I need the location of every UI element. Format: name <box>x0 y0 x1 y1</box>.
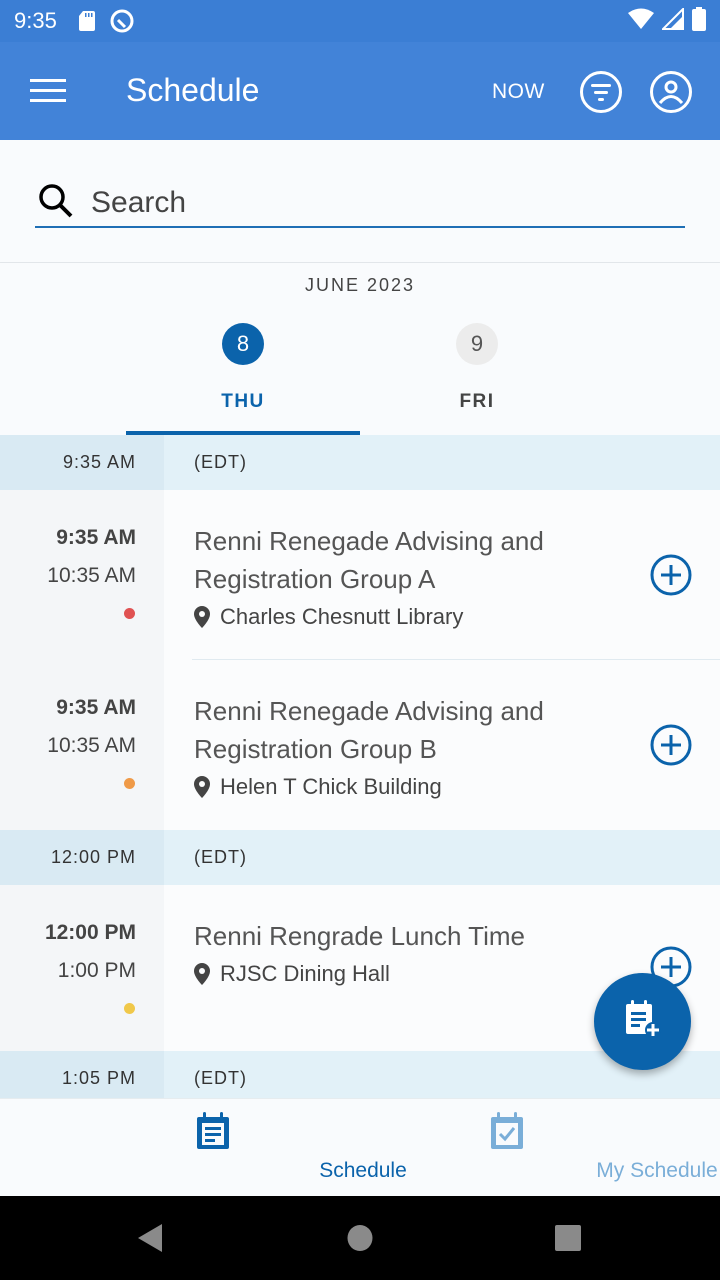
event-times: 12:00 PM 1:00 PM <box>0 885 164 1051</box>
add-to-schedule-icon[interactable] <box>650 554 692 601</box>
back-icon[interactable] <box>136 1222 164 1259</box>
add-to-schedule-icon[interactable] <box>650 724 692 771</box>
day-number: 8 <box>222 323 264 365</box>
event-times: 9:35 AM 10:35 AM <box>0 660 164 830</box>
menu-icon[interactable] <box>30 78 68 109</box>
data-saver-icon <box>109 8 135 34</box>
event-end: 10:35 AM <box>47 564 136 587</box>
track-color-dot <box>124 608 135 619</box>
day-tab-fri[interactable]: 9 FRI <box>360 263 594 435</box>
battery-icon <box>692 6 706 36</box>
search-field[interactable] <box>35 180 685 228</box>
add-to-schedule-fab[interactable] <box>594 973 691 1070</box>
bottom-navigation: Schedule My Schedule <box>0 1098 720 1196</box>
event-start: 9:35 AM <box>56 526 136 549</box>
sd-card-icon <box>78 11 95 31</box>
status-bar: 9:35 <box>0 0 720 42</box>
recents-icon[interactable] <box>554 1222 582 1259</box>
time-group-header: 12:00 PM (EDT) <box>0 830 720 885</box>
group-timezone: (EDT) <box>194 847 247 867</box>
group-timezone: (EDT) <box>194 1068 247 1088</box>
search-input[interactable] <box>91 186 651 220</box>
event-location-text: Helen T Chick Building <box>220 774 442 799</box>
day-weekday: THU <box>221 391 265 412</box>
search-icon <box>37 182 75 225</box>
track-color-dot <box>124 1003 135 1014</box>
filter-icon[interactable] <box>579 70 623 119</box>
my-schedule-icon <box>489 1111 525 1156</box>
system-navigation-bar <box>0 1196 720 1280</box>
group-timezone: (EDT) <box>194 452 247 472</box>
event-title: Renni Rengrade Lunch Time <box>194 921 525 951</box>
event-end: 1:00 PM <box>57 959 136 982</box>
add-to-schedule-icon <box>623 999 663 1044</box>
event-start: 9:35 AM <box>56 696 136 719</box>
nav-item-my-schedule[interactable]: My Schedule <box>357 1099 718 1197</box>
event-start: 12:00 PM <box>44 921 136 944</box>
event-location: Charles Chesnutt Library <box>194 604 720 630</box>
location-pin-icon <box>194 606 210 628</box>
location-pin-icon <box>194 963 210 985</box>
group-time: 1:05 PM <box>0 1051 164 1098</box>
home-icon[interactable] <box>346 1222 374 1259</box>
event-location: Helen T Chick Building <box>194 774 720 800</box>
schedule-icon <box>195 1111 231 1156</box>
location-pin-icon <box>194 776 210 798</box>
signal-icon <box>660 6 684 35</box>
app-bar: Schedule NOW <box>0 42 720 140</box>
event-title: Renni Renegade Advising and Registration… <box>194 526 544 594</box>
event-location-text: RJSC Dining Hall <box>220 961 390 986</box>
event-row[interactable]: 9:35 AM 10:35 AM Renni Renegade Advising… <box>0 660 720 830</box>
day-tab-thu[interactable]: 8 THU <box>126 263 360 435</box>
event-info[interactable]: Renni Renegade Advising and Registration… <box>164 660 720 830</box>
nav-label: My Schedule <box>596 1159 718 1182</box>
day-weekday: FRI <box>459 391 495 412</box>
date-picker: JUNE 2023 8 THU 9 FRI <box>0 263 720 435</box>
search-section <box>0 140 720 263</box>
event-row[interactable]: 9:35 AM 10:35 AM Renni Renegade Advising… <box>0 490 720 660</box>
wifi-icon <box>628 8 654 35</box>
nav-item-schedule[interactable]: Schedule <box>63 1099 407 1197</box>
profile-icon[interactable] <box>649 70 693 119</box>
status-time: 9:35 <box>14 8 57 33</box>
group-time: 12:00 PM <box>0 830 164 885</box>
time-group-header: 9:35 AM (EDT) <box>0 435 720 490</box>
event-title: Renni Renegade Advising and Registration… <box>194 696 544 764</box>
event-end: 10:35 AM <box>47 734 136 757</box>
page-title: Schedule <box>126 72 260 108</box>
event-info[interactable]: Renni Renegade Advising and Registration… <box>164 490 720 660</box>
track-color-dot <box>124 778 135 789</box>
event-times: 9:35 AM 10:35 AM <box>0 490 164 660</box>
day-number: 9 <box>456 323 498 365</box>
event-location-text: Charles Chesnutt Library <box>220 604 464 629</box>
group-time: 9:35 AM <box>0 435 164 490</box>
now-button[interactable]: NOW <box>492 80 545 104</box>
